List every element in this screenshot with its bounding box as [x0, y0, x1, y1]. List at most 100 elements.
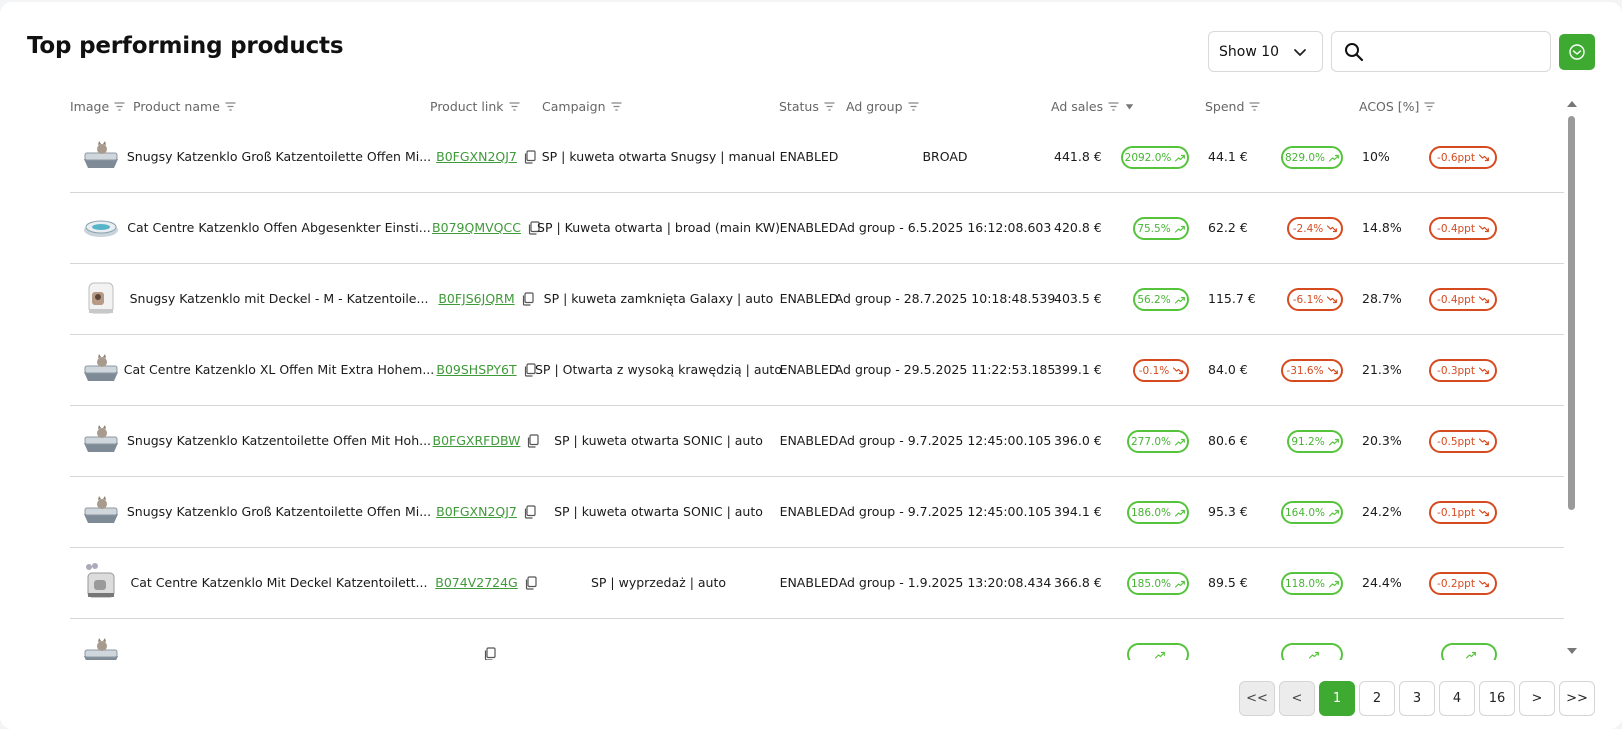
acos-change-badge — [1441, 643, 1497, 660]
col-header-image[interactable]: Image — [70, 99, 125, 114]
col-header-product-name[interactable]: Product name — [133, 99, 236, 114]
table-row[interactable]: Cat Centre Katzenklo Offen Abgesenkter E… — [70, 191, 1564, 264]
campaign-name: SP | kuweta otwarta SONIC | auto — [546, 475, 771, 548]
product-link[interactable]: B09SHSPY6T — [436, 362, 516, 377]
col-header-campaign[interactable]: Campaign — [542, 99, 622, 114]
ad-group-name: Ad group - 9.7.2025 12:45:00.105 — [839, 475, 1052, 548]
trend-up-icon — [1175, 580, 1185, 588]
product-link[interactable]: B0FJS6JQRM — [438, 291, 514, 306]
spend-change-badge-text: -2.4% — [1292, 222, 1324, 235]
col-header-product-link[interactable]: Product link — [430, 99, 520, 114]
product-link[interactable]: B074V2724G — [435, 575, 517, 590]
filter-icon[interactable] — [908, 102, 919, 111]
spend-change-badge-text: -31.6% — [1286, 364, 1324, 377]
campaign-name: SP | wyprzedaż | auto — [546, 546, 771, 619]
spend-value-text: 44.1 € — [1208, 149, 1248, 164]
first-page-button[interactable]: << — [1239, 681, 1275, 716]
spend-change-badge: -6.1% — [1287, 288, 1343, 311]
acos-value: 21.3% — [1362, 333, 1412, 406]
filter-icon[interactable] — [509, 102, 520, 111]
copy-icon[interactable] — [524, 575, 537, 590]
copy-icon[interactable] — [523, 149, 536, 164]
ad-sales-change-badge — [1127, 643, 1189, 660]
table-row[interactable] — [70, 617, 1564, 660]
product-link[interactable]: B0FGXN2QJ7 — [436, 504, 517, 519]
table-row[interactable]: Snugsy Katzenklo Groß Katzentoilette Off… — [70, 475, 1564, 548]
product-link[interactable]: B0FGXN2QJ7 — [436, 149, 517, 164]
campaign-name-text: SP | kuweta zamknięta Galaxy | auto — [543, 291, 774, 306]
status-text: ENABLED — [776, 191, 842, 264]
search-field[interactable] — [1331, 31, 1551, 72]
filter-icon[interactable] — [225, 102, 236, 111]
scrollbar-thumb[interactable] — [1568, 116, 1575, 510]
last-page-button[interactable]: >> — [1559, 681, 1595, 716]
table-row[interactable]: Cat Centre Katzenklo XL Offen Mit Extra … — [70, 333, 1564, 406]
filter-icon[interactable] — [1424, 102, 1435, 111]
page-2-button[interactable]: 2 — [1359, 681, 1395, 716]
col-header-acos[interactable]: ACOS [%] — [1359, 99, 1435, 114]
table-row[interactable]: Cat Centre Katzenklo Mit Deckel Katzento… — [70, 546, 1564, 619]
status-text: ENABLED — [776, 120, 842, 193]
ad-group-name: BROAD — [846, 120, 1044, 193]
ad-sales-change-badge: -0.1% — [1133, 359, 1189, 382]
show-count-select[interactable]: Show 10 — [1208, 31, 1323, 72]
acos-change-badge: -0.3ppt — [1429, 359, 1497, 382]
product-name: Cat Centre Katzenklo Offen Abgesenkter E… — [127, 191, 430, 264]
page-1-button[interactable]: 1 — [1319, 681, 1355, 716]
col-header-status[interactable]: Status — [779, 99, 835, 114]
filter-icon[interactable] — [824, 102, 835, 111]
products-table-body[interactable]: Snugsy Katzenklo Groß Katzentoilette Off… — [70, 120, 1564, 660]
scroll-up-icon[interactable] — [1566, 99, 1578, 108]
page-3-button[interactable]: 3 — [1399, 681, 1435, 716]
acos-change-badge: -0.6ppt — [1429, 146, 1497, 169]
ad-group-name — [846, 617, 1044, 660]
ad-group-name-text: BROAD — [922, 149, 968, 164]
copy-icon[interactable] — [523, 362, 536, 377]
col-header-spend[interactable]: Spend — [1205, 99, 1260, 114]
copy-icon[interactable] — [521, 291, 534, 306]
search-input[interactable] — [1376, 38, 1544, 66]
acos-change-badge-text: -0.3ppt — [1437, 364, 1475, 377]
acos-value-text: 14.8% — [1362, 220, 1402, 235]
product-link[interactable]: B079QMVQCC — [432, 220, 521, 235]
scroll-down-icon[interactable] — [1566, 647, 1578, 656]
trend-down-icon — [1478, 437, 1489, 445]
copy-icon[interactable] — [526, 433, 540, 448]
filter-icon[interactable] — [1249, 102, 1260, 111]
next-page-button[interactable]: > — [1519, 681, 1555, 716]
page-16-button[interactable]: 16 — [1479, 681, 1515, 716]
cat-litter-box-grey-open-icon — [84, 638, 118, 660]
product-link[interactable]: B0FGXRFDBW — [433, 433, 521, 448]
table-row[interactable]: Snugsy Katzenklo Groß Katzentoilette Off… — [70, 120, 1564, 193]
filter-icon[interactable] — [114, 102, 125, 111]
col-header-ad-group[interactable]: Ad group — [846, 99, 919, 114]
ad-sales-change-badge-text: 185.0% — [1130, 577, 1172, 590]
table-row[interactable]: Snugsy Katzenklo mit Deckel - M - Katzen… — [70, 262, 1564, 335]
copy-icon[interactable] — [523, 504, 536, 519]
copy-icon[interactable] — [483, 646, 496, 661]
column-label: Status — [779, 99, 819, 114]
campaign-name-text: SP | Kuweta otwarta | broad (main KW) — [537, 220, 780, 235]
cat-litter-box-grey-open-icon — [84, 425, 118, 452]
status-text: ENABLED — [776, 475, 842, 548]
campaign-name: SP | kuweta otwarta SONIC | auto — [546, 404, 771, 477]
filter-icon[interactable] — [1108, 102, 1119, 111]
trend-down-icon — [1478, 295, 1489, 303]
search-icon — [1345, 43, 1364, 62]
table-row[interactable]: Snugsy Katzenklo Katzentoilette Offen Mi… — [70, 404, 1564, 477]
page-4-button[interactable]: 4 — [1439, 681, 1475, 716]
spend-change-badge-text: 164.0% — [1284, 506, 1326, 519]
ad-sales-change-badge-text: 186.0% — [1130, 506, 1172, 519]
product-link-cell: B0FJS6JQRM — [426, 262, 546, 335]
acos-value-text: 24.2% — [1362, 504, 1402, 519]
ad-sales-change-badge-text: 277.0% — [1130, 435, 1172, 448]
confirm-button[interactable] — [1559, 34, 1595, 70]
col-header-ad-sales[interactable]: Ad sales — [1051, 99, 1135, 114]
filter-icon[interactable] — [611, 102, 622, 111]
spend-value-text: 89.5 € — [1208, 575, 1248, 590]
prev-page-button[interactable]: < — [1279, 681, 1315, 716]
acos-change-badge-text: -0.1ppt — [1437, 506, 1475, 519]
cat-litter-tray-round-icon — [84, 220, 118, 237]
product-link-cell — [426, 617, 546, 660]
sort-desc-icon[interactable] — [1124, 102, 1135, 111]
